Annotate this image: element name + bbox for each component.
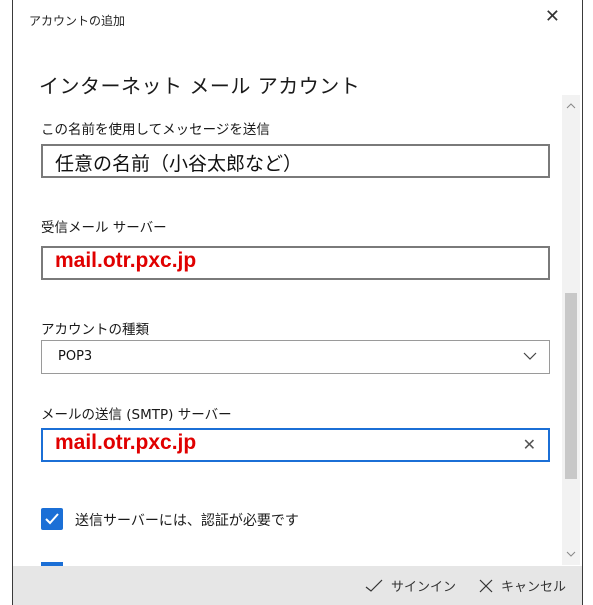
display-name-input[interactable]: 任意の名前（小谷太郎など）	[41, 144, 550, 178]
incoming-server-label: 受信メール サーバー	[41, 220, 167, 236]
scrollbar-thumb[interactable]	[565, 293, 577, 479]
auth-checkbox[interactable]	[41, 508, 63, 530]
display-name-value: 任意の名前（小谷太郎など）	[55, 153, 303, 175]
auth-checkbox-label: 送信サーバーには、認証が必要です	[75, 513, 299, 529]
account-type-value: POP3	[58, 349, 93, 364]
add-account-dialog: アカウントの追加 ✕ インターネット メール アカウント この名前を使用してメッ…	[12, 0, 583, 605]
title-bar: アカウントの追加 ✕	[13, 0, 582, 40]
outgoing-server-value: mail.otr.pxc.jp	[55, 431, 197, 454]
outgoing-server-label: メールの送信 (SMTP) サーバー	[41, 407, 232, 423]
close-icon[interactable]: ✕	[545, 8, 560, 26]
checkmark-icon	[45, 513, 59, 525]
window-title: アカウントの追加	[29, 14, 126, 28]
dialog-footer: サインイン キャンセル	[13, 566, 582, 605]
incoming-server-value: mail.otr.pxc.jp	[55, 249, 197, 272]
incoming-server-input[interactable]: mail.otr.pxc.jp	[41, 246, 550, 280]
signin-button[interactable]: サインイン	[365, 576, 456, 595]
signin-label: サインイン	[391, 580, 457, 595]
cancel-button[interactable]: キャンセル	[479, 576, 566, 595]
scroll-down-icon[interactable]	[562, 545, 580, 563]
clear-icon[interactable]: ✕	[523, 435, 536, 454]
chevron-down-icon	[523, 352, 537, 360]
cancel-label: キャンセル	[501, 580, 567, 595]
scrollbar[interactable]	[562, 95, 580, 565]
scroll-up-icon[interactable]	[562, 97, 580, 115]
account-type-label: アカウントの種類	[41, 322, 149, 338]
outgoing-server-input[interactable]: mail.otr.pxc.jp ✕	[41, 428, 550, 462]
page-title: インターネット メール アカウント	[39, 74, 361, 98]
account-type-select[interactable]: POP3	[41, 340, 550, 374]
display-name-label: この名前を使用してメッセージを送信	[41, 122, 270, 138]
close-icon	[479, 579, 493, 592]
checkmark-icon	[365, 579, 383, 592]
